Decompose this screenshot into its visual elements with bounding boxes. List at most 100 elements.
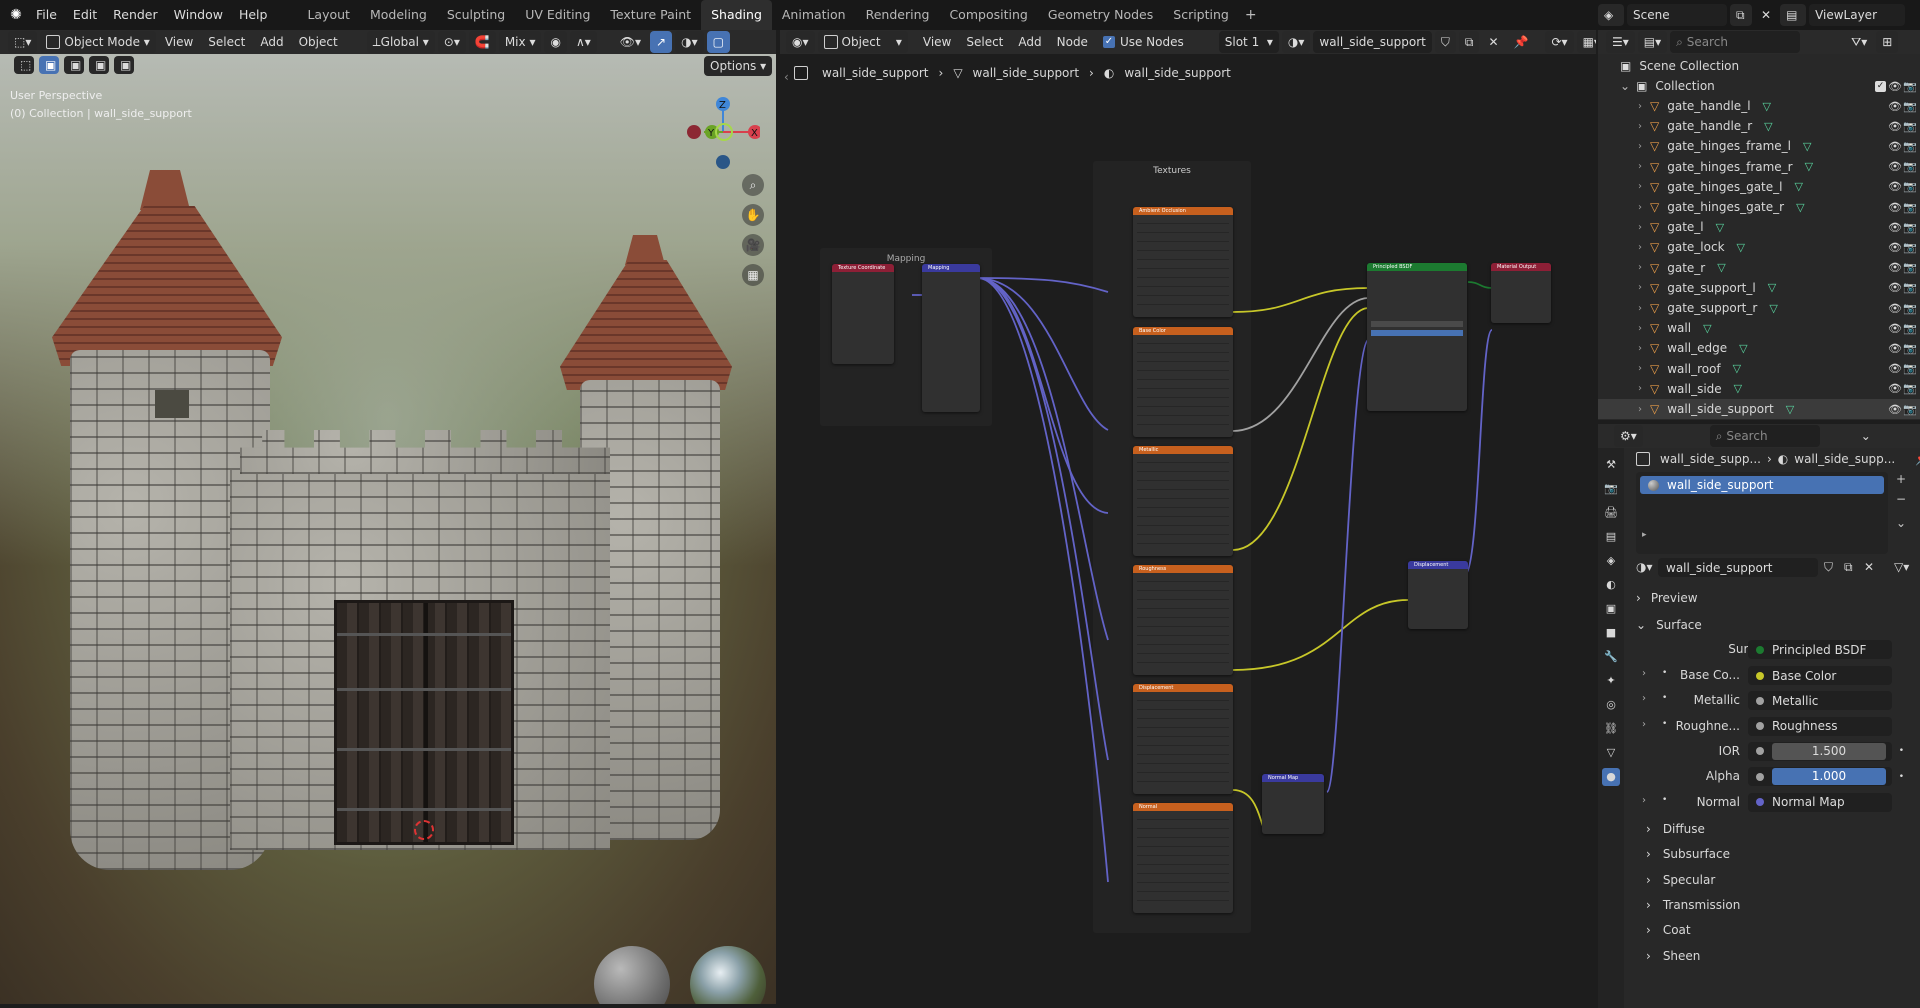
outliner-search[interactable]: ⌕ Search [1670,31,1801,53]
expand-icon[interactable]: › [1638,181,1642,192]
subsection-specular[interactable]: › Specular [1646,869,1715,891]
surface-shader-field[interactable]: Principled BSDF [1748,640,1892,659]
image-texture-node-displacement[interactable]: Displacement [1133,684,1233,794]
outliner-item[interactable]: › ▽ wall_side ▽ 👁 📷 [1598,379,1920,399]
outliner-item[interactable]: › ▽ wall_edge ▽ 👁 📷 [1598,338,1920,358]
fake-user-icon[interactable]: ⛉ [1824,560,1833,575]
camera-icon[interactable]: 📷 [1903,302,1917,315]
physics-tab-icon[interactable]: ◎ [1602,696,1620,714]
mesh-data-icon[interactable]: ▽ [1768,281,1776,294]
eye-icon[interactable]: 👁 [1888,403,1902,416]
material-slot-item[interactable]: wall_side_support [1640,476,1884,494]
expand-icon[interactable]: › [1638,121,1642,132]
expand-icon[interactable]: › [1642,795,1646,806]
outliner-editor-type-icon[interactable]: ☰▾ [1606,31,1635,53]
eye-icon[interactable]: 👁 [1888,241,1902,254]
3d-cursor-icon[interactable] [414,820,434,840]
outliner-item[interactable]: › ▽ wall_side_support ▽ 👁 📷 [1598,399,1920,419]
outliner-item[interactable]: › ▽ gate_hinges_frame_l ▽ 👁 📷 [1598,136,1920,156]
workspace-tab-geometry-nodes[interactable]: Geometry Nodes [1038,0,1163,30]
mapping-node[interactable]: Mapping [922,264,980,412]
eye-icon[interactable]: 👁 [1888,201,1902,214]
subsection-transmission[interactable]: › Transmission [1646,894,1740,916]
camera-icon[interactable]: 📷 [1903,221,1917,234]
mesh-data-icon[interactable]: ▽ [1703,322,1711,335]
camera-icon[interactable]: 📷 [1903,403,1917,416]
subsection-sheen[interactable]: › Sheen [1646,945,1700,967]
eye-icon[interactable]: 👁 [1888,160,1902,173]
camera-icon[interactable]: 📷 [1903,140,1917,153]
eye-icon[interactable]: 👁 [1888,281,1902,294]
workspace-tab-shading[interactable]: Shading [701,0,772,30]
expand-icon[interactable]: › [1638,383,1642,394]
new-scene-icon[interactable]: ⧉ [1730,4,1752,26]
display-mode-icon[interactable]: ▤▾ [1637,31,1668,53]
outliner-item[interactable]: › ▽ gate_support_r ▽ 👁 📷 [1598,298,1920,318]
mesh-data-icon[interactable]: ▽ [1769,302,1777,315]
mesh-data-icon[interactable]: ▽ [1734,382,1742,395]
material-browse-icon[interactable]: ◑▾ [1636,560,1653,574]
mesh-data-icon[interactable]: ▽ [1794,180,1802,193]
viewlayer-icon[interactable]: ▤ [1780,4,1807,26]
expand-icon[interactable]: › [1642,693,1646,704]
camera-icon[interactable]: 📷 [1903,80,1917,93]
expand-icon[interactable]: › [1642,719,1646,730]
outliner-item[interactable]: › ▽ gate_hinges_gate_r ▽ 👁 📷 [1598,197,1920,217]
outliner-item[interactable]: › ▽ gate_l ▽ 👁 📷 [1598,217,1920,237]
preview-section[interactable]: › Preview [1636,587,1698,609]
material-tab-icon[interactable]: ● [1602,768,1620,786]
camera-icon[interactable]: 📷 [1903,281,1917,294]
expand-icon[interactable]: › [1638,101,1642,112]
expand-icon[interactable]: › [1638,323,1642,334]
principled-bsdf-node[interactable]: Principled BSDF [1367,263,1467,411]
checkbox-icon[interactable]: ✓ [1875,80,1886,92]
mesh-data-icon[interactable]: ▽ [1763,100,1771,113]
scene-selector[interactable]: Scene [1627,4,1727,26]
workspace-tab-modeling[interactable]: Modeling [360,0,437,30]
input-link-field[interactable]: Base Color [1748,666,1892,685]
camera-icon[interactable]: 📷 [1903,100,1917,113]
mesh-data-icon[interactable]: ▽ [1803,140,1811,153]
eye-icon[interactable]: 👁 [1888,100,1902,113]
workspace-tab-scripting[interactable]: Scripting [1163,0,1239,30]
menu-render[interactable]: Render [105,0,166,30]
object-tab-icon[interactable]: ■ [1602,624,1620,642]
output-tab-icon[interactable]: 🖨 [1602,504,1620,522]
expand-icon[interactable]: › [1638,343,1642,354]
scene-tab-icon[interactable]: ◈ [1602,552,1620,570]
menu-window[interactable]: Window [166,0,231,30]
slot-remove-icon[interactable]: − [1896,492,1906,506]
camera-icon[interactable]: 📷 [1903,322,1917,335]
mesh-data-icon[interactable]: ▽ [1796,201,1804,214]
data-tab-icon[interactable]: ▽ [1602,744,1620,762]
subsection-diffuse[interactable]: › Diffuse [1646,818,1705,840]
camera-icon[interactable]: 📷 [1903,382,1917,395]
workspace-tab-sculpting[interactable]: Sculpting [437,0,515,30]
eye-icon[interactable]: 👁 [1888,80,1902,93]
keyframe-dot-icon[interactable]: • [1899,746,1904,756]
mesh-data-icon[interactable]: ▽ [1733,362,1741,375]
eye-icon[interactable]: 👁 [1888,302,1902,315]
eye-icon[interactable]: 👁 [1888,362,1902,375]
workspace-tab-animation[interactable]: Animation [772,0,856,30]
viewlayer-selector[interactable]: ViewLayer [1809,4,1906,26]
outliner-item[interactable]: › ▽ gate_lock ▽ 👁 📷 [1598,237,1920,257]
input-link-field[interactable]: Metallic [1748,691,1892,711]
menu-help[interactable]: Help [231,0,276,30]
expand-icon[interactable]: › [1638,242,1642,253]
menu-edit[interactable]: Edit [65,0,105,30]
camera-icon[interactable]: 📷 [1903,362,1917,375]
properties-search[interactable]: ⌕ Search [1709,425,1820,447]
outliner[interactable]: ☰▾ ▤▾ ⌕ Search ⛛▾ ⊞ ▣ Scene Collection ⌄… [1598,30,1920,420]
expand-icon[interactable]: › [1638,202,1642,213]
expand-icon[interactable]: › [1638,141,1642,152]
workspace-tab-uv-editing[interactable]: UV Editing [515,0,600,30]
eye-icon[interactable]: 👁 [1888,261,1902,274]
filter-icon[interactable]: ⛛▾ [1845,31,1873,53]
surface-section[interactable]: ⌄ Surface [1636,614,1702,636]
expand-icon[interactable]: › [1638,363,1642,374]
outliner-item[interactable]: › ▽ gate_hinges_frame_r ▽ 👁 📷 [1598,157,1920,177]
normal-map-node[interactable]: Normal Map [1262,774,1324,834]
properties-editor-type-icon[interactable]: ⚙▾ [1614,425,1643,447]
new-collection-icon[interactable]: ⊞ [1876,31,1899,53]
